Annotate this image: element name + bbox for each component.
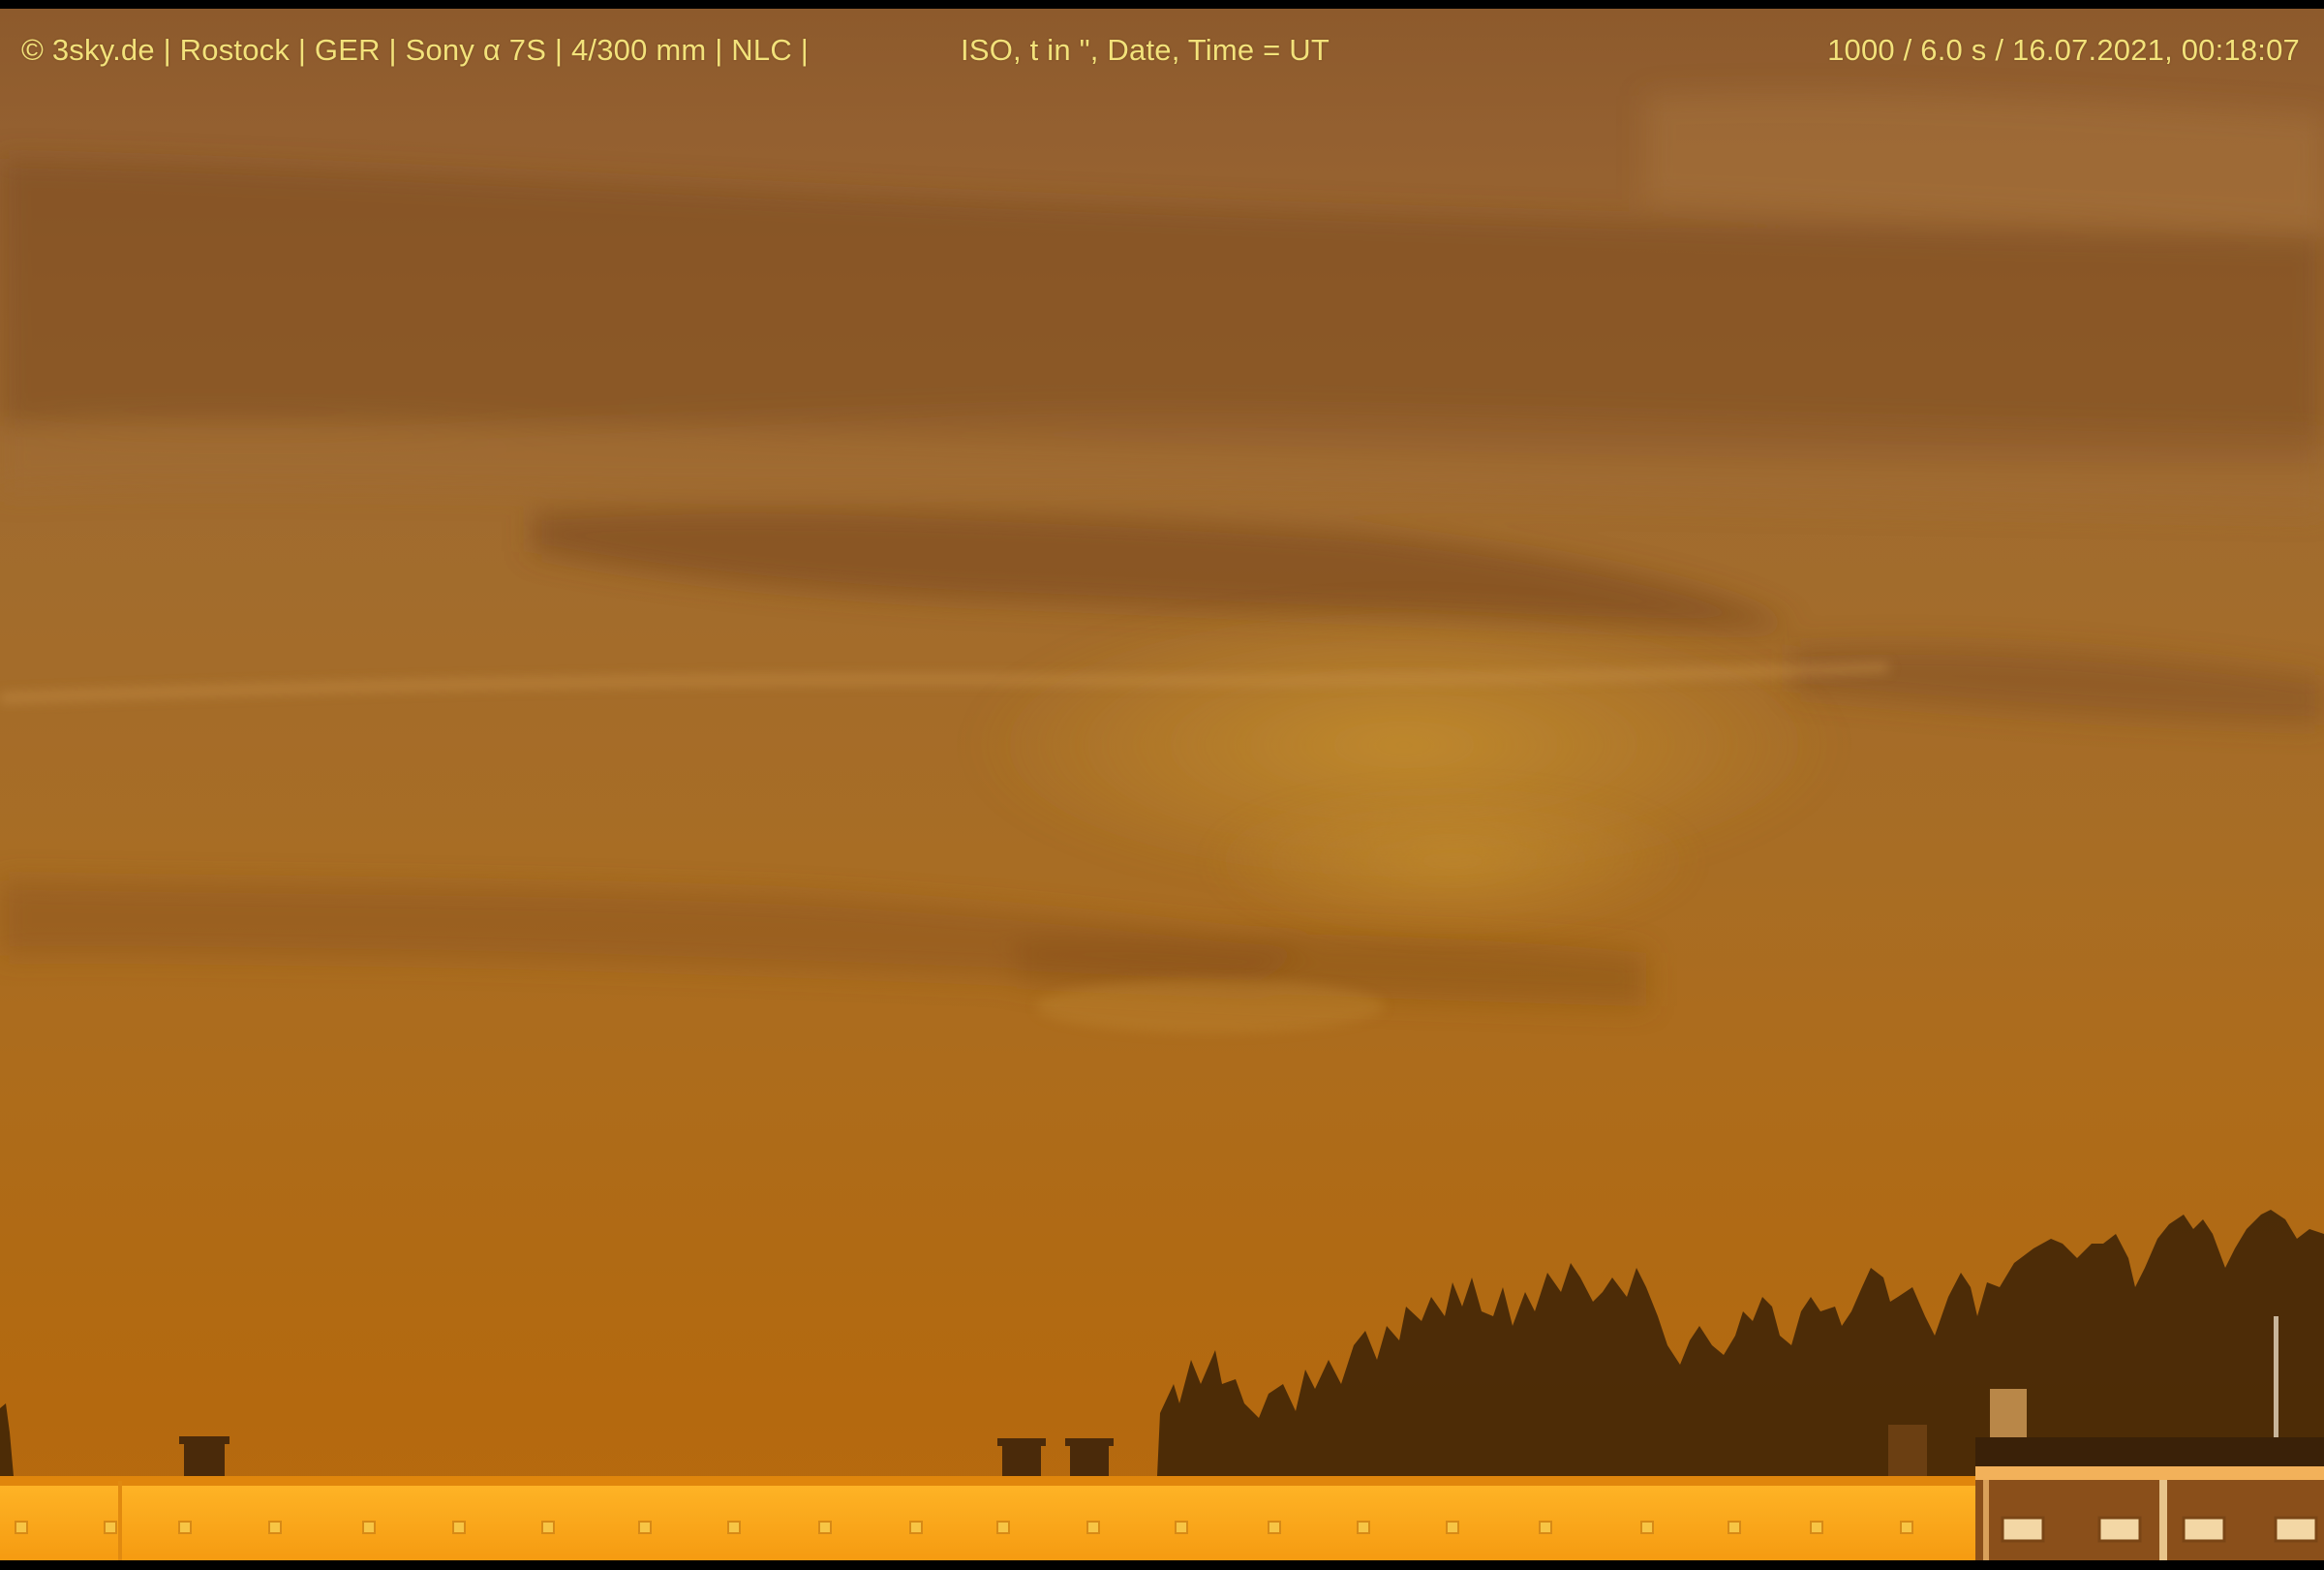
building-facade xyxy=(0,1466,2324,1560)
tree-silhouettes xyxy=(0,1210,2324,1476)
cloud-bands xyxy=(0,92,2324,1006)
scene-graphic xyxy=(0,92,2324,1560)
exposure-timestamp-caption: 1000 / 6.0 s / 16.07.2021, 00:18:07 xyxy=(1827,33,2300,67)
exif-legend-caption: ISO, t in ", Date, Time = UT xyxy=(961,33,1330,67)
photo-frame: © 3sky.de | Rostock | GER | Sony α 7S | … xyxy=(0,0,2324,1570)
sky-photograph: © 3sky.de | Rostock | GER | Sony α 7S | … xyxy=(0,9,2324,1560)
photo-credit-caption: © 3sky.de | Rostock | GER | Sony α 7S | … xyxy=(21,33,809,67)
